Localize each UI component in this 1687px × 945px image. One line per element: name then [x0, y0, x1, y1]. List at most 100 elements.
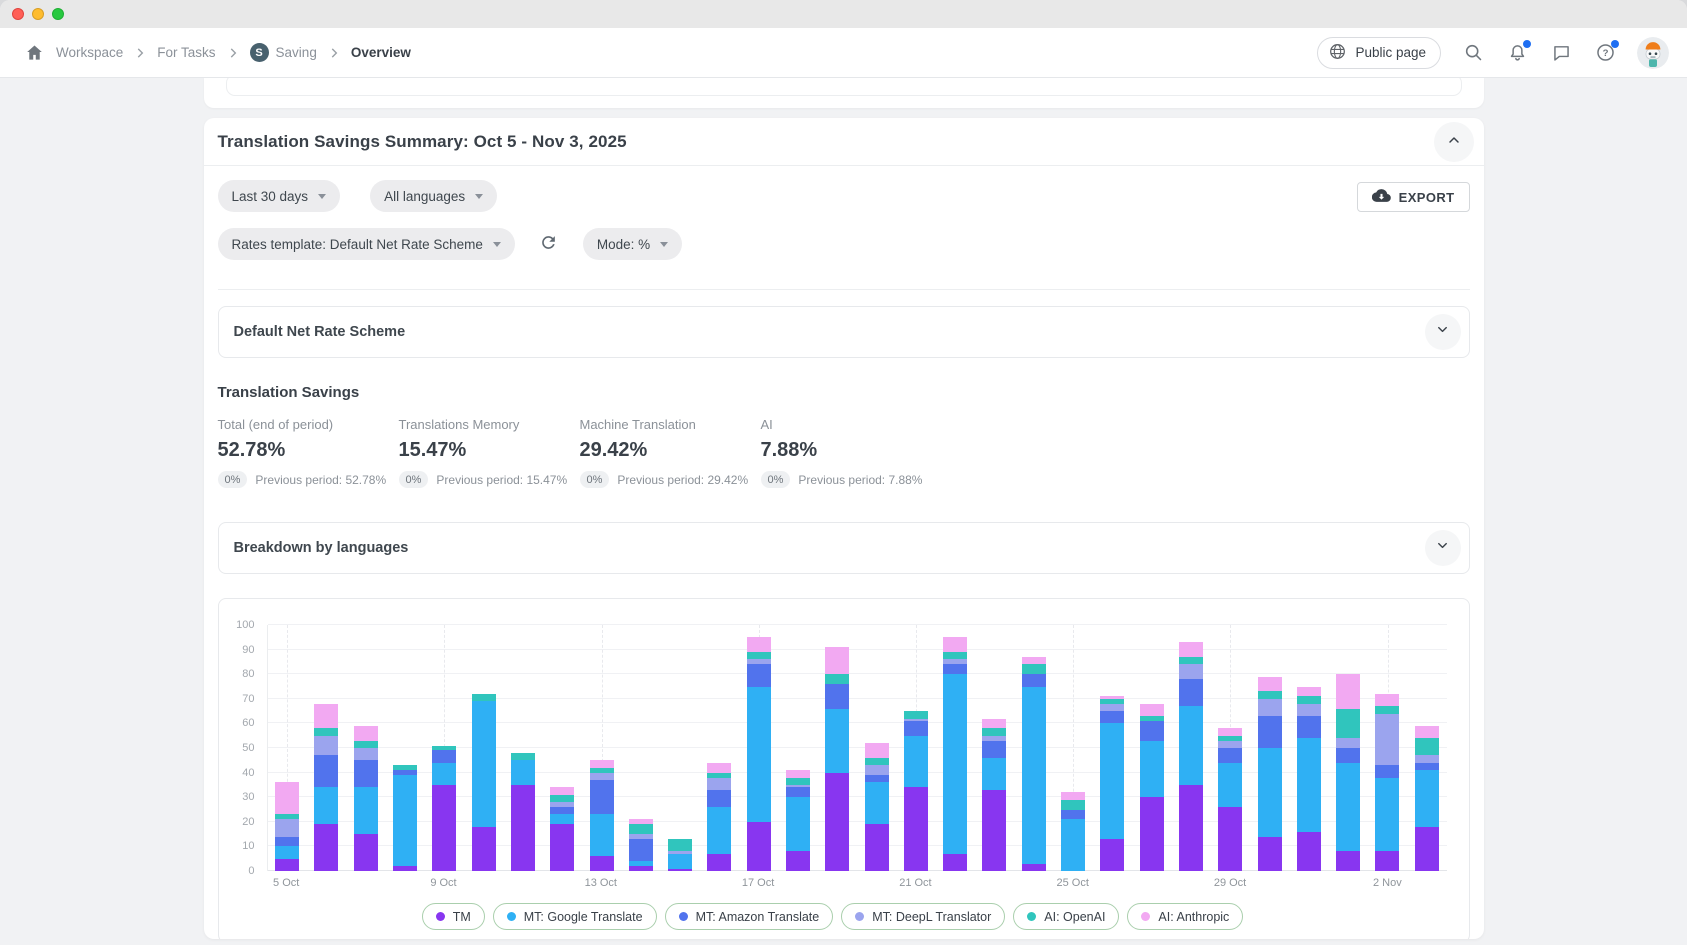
bar-stack-19-oct[interactable] [825, 647, 849, 871]
bar-segment[interactable] [1297, 687, 1321, 697]
rate-scheme-section-toggle[interactable]: Default Net Rate Scheme [218, 306, 1470, 358]
breadcrumb-saving[interactable]: S Saving [250, 43, 317, 62]
date-range-filter[interactable]: Last 30 days [218, 180, 341, 212]
bar-segment[interactable] [747, 687, 771, 822]
bar-segment[interactable] [747, 637, 771, 652]
bar-segment[interactable] [786, 851, 810, 871]
legend-item-ai-anthropic[interactable]: AI: Anthropic [1127, 903, 1243, 930]
bar-stack-22-oct[interactable] [943, 637, 967, 871]
bar-segment[interactable] [275, 837, 299, 847]
bar-segment[interactable] [747, 652, 771, 659]
bar-segment[interactable] [865, 782, 889, 824]
bar-segment[interactable] [1022, 687, 1046, 864]
bar-segment[interactable] [943, 637, 967, 652]
bar-segment[interactable] [982, 741, 1006, 758]
bar-segment[interactable] [1100, 723, 1124, 839]
bar-segment[interactable] [943, 674, 967, 854]
zoom-window-button[interactable] [52, 8, 64, 20]
bar-stack-14-oct[interactable] [629, 819, 653, 871]
languages-filter[interactable]: All languages [370, 180, 497, 212]
expand-breakdown-button[interactable] [1425, 530, 1461, 566]
bar-stack-27-oct[interactable] [1140, 704, 1164, 871]
bar-segment[interactable] [1258, 748, 1282, 837]
bar-stack-10-oct[interactable] [472, 694, 496, 871]
bar-segment[interactable] [1218, 807, 1242, 871]
bar-stack-25-oct[interactable] [1061, 792, 1085, 871]
public-page-button[interactable]: Public page [1317, 37, 1441, 69]
bar-segment[interactable] [1258, 716, 1282, 748]
bar-segment[interactable] [314, 728, 338, 735]
bar-segment[interactable] [393, 775, 417, 866]
bar-segment[interactable] [943, 652, 967, 659]
bar-segment[interactable] [1336, 709, 1360, 739]
bar-segment[interactable] [1179, 642, 1203, 657]
bar-segment[interactable] [354, 834, 378, 871]
bar-segment[interactable] [511, 753, 535, 760]
refresh-button[interactable] [537, 232, 561, 256]
bar-segment[interactable] [1258, 837, 1282, 871]
bar-segment[interactable] [1218, 741, 1242, 748]
bar-segment[interactable] [1258, 677, 1282, 692]
bar-segment[interactable] [982, 790, 1006, 871]
messages-icon[interactable] [1549, 41, 1573, 65]
bar-segment[interactable] [1336, 763, 1360, 852]
bar-segment[interactable] [1140, 721, 1164, 741]
bar-segment[interactable] [668, 854, 692, 869]
bar-segment[interactable] [1218, 728, 1242, 735]
bar-segment[interactable] [1415, 770, 1439, 827]
bar-segment[interactable] [1061, 810, 1085, 820]
bar-segment[interactable] [590, 773, 614, 780]
bar-segment[interactable] [432, 763, 456, 785]
bar-segment[interactable] [275, 846, 299, 858]
bar-segment[interactable] [865, 758, 889, 765]
breakdown-section-toggle[interactable]: Breakdown by languages [218, 522, 1470, 574]
bar-segment[interactable] [1336, 738, 1360, 748]
bar-segment[interactable] [1415, 726, 1439, 738]
bar-segment[interactable] [707, 778, 731, 790]
bar-segment[interactable] [1375, 851, 1399, 871]
bar-segment[interactable] [550, 814, 574, 824]
bar-stack-15-oct[interactable] [668, 839, 692, 871]
bar-segment[interactable] [432, 785, 456, 871]
bar-segment[interactable] [472, 694, 496, 701]
bar-segment[interactable] [354, 748, 378, 760]
bar-stack-24-oct[interactable] [1022, 657, 1046, 871]
bar-segment[interactable] [1100, 711, 1124, 723]
bar-segment[interactable] [825, 674, 849, 684]
bar-segment[interactable] [1375, 778, 1399, 852]
bar-segment[interactable] [1100, 704, 1124, 711]
bar-segment[interactable] [904, 711, 928, 718]
bar-segment[interactable] [1179, 706, 1203, 785]
bar-segment[interactable] [432, 750, 456, 762]
bar-segment[interactable] [393, 866, 417, 871]
bar-segment[interactable] [629, 824, 653, 834]
bar-segment[interactable] [904, 721, 928, 736]
bar-segment[interactable] [825, 773, 849, 871]
bar-segment[interactable] [1336, 674, 1360, 708]
bar-segment[interactable] [550, 824, 574, 871]
bar-segment[interactable] [1336, 748, 1360, 763]
bar-segment[interactable] [1415, 827, 1439, 871]
bar-segment[interactable] [1061, 792, 1085, 799]
bar-segment[interactable] [786, 770, 810, 777]
bar-segment[interactable] [1375, 714, 1399, 766]
bar-segment[interactable] [707, 854, 731, 871]
bar-segment[interactable] [1140, 741, 1164, 798]
bar-stack-3-nov[interactable] [1415, 726, 1439, 871]
bar-segment[interactable] [904, 787, 928, 871]
bar-segment[interactable] [786, 778, 810, 785]
notifications-bell-icon[interactable] [1505, 41, 1529, 65]
bar-segment[interactable] [1297, 696, 1321, 703]
bar-segment[interactable] [1100, 839, 1124, 871]
bar-segment[interactable] [314, 736, 338, 756]
bar-segment[interactable] [1375, 694, 1399, 706]
legend-item-mt-google-translate[interactable]: MT: Google Translate [493, 903, 657, 930]
bar-segment[interactable] [354, 741, 378, 748]
bar-segment[interactable] [1022, 657, 1046, 664]
bar-segment[interactable] [1297, 716, 1321, 738]
bar-stack-26-oct[interactable] [1100, 696, 1124, 871]
bar-stack-18-oct[interactable] [786, 770, 810, 871]
bar-segment[interactable] [275, 782, 299, 814]
bar-segment[interactable] [314, 704, 338, 729]
bar-stack-7-oct[interactable] [354, 726, 378, 871]
